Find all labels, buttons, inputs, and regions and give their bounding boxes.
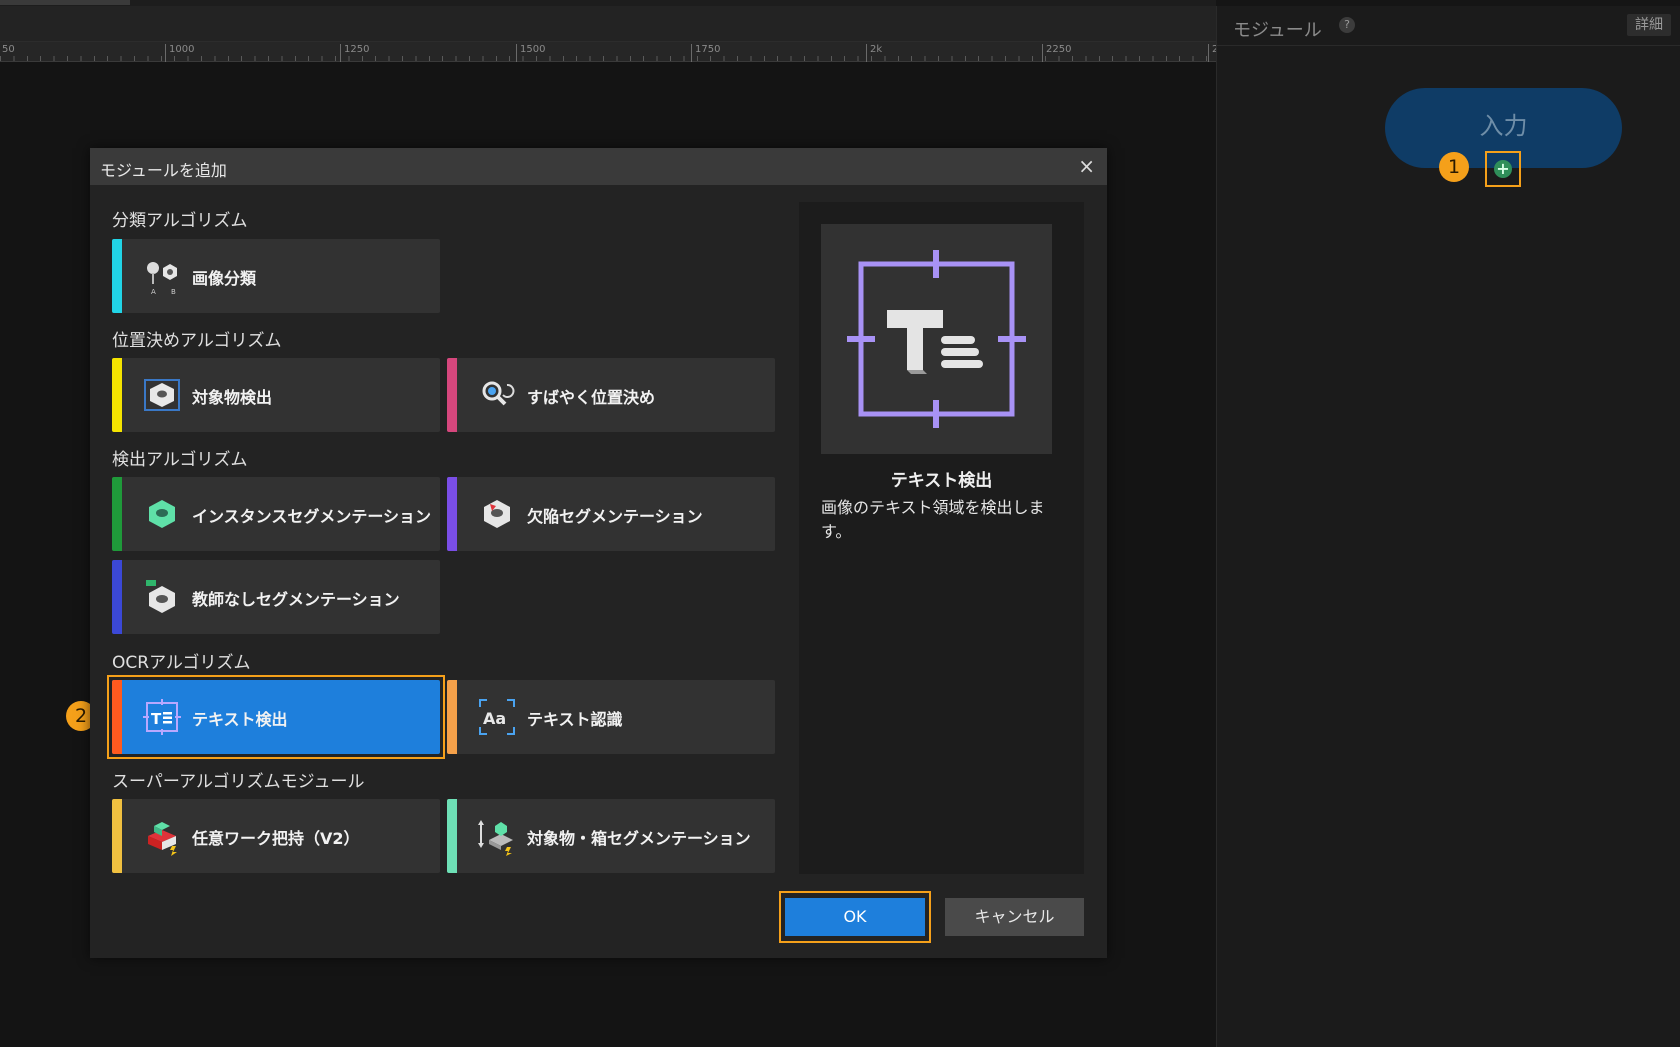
- defect-segmentation-icon: [484, 500, 510, 528]
- unsupervised-segmentation-icon: [146, 580, 175, 613]
- module-card-fast-positioning[interactable]: すばやく位置決め: [447, 358, 775, 432]
- module-card-image-classification[interactable]: A B 画像分類: [112, 239, 440, 313]
- card-color-bar: [112, 358, 122, 432]
- card-color-bar: [112, 799, 122, 873]
- card-label: 対象物検出: [192, 388, 273, 407]
- module-card-defect-segmentation[interactable]: 欠陥セグメンテーション: [447, 477, 775, 551]
- fast-positioning-icon: [482, 381, 515, 406]
- svg-text:Aa: Aa: [483, 709, 506, 728]
- ruler-tick: 50: [0, 44, 15, 62]
- card-label: 画像分類: [192, 269, 257, 288]
- card-label: テキスト認識: [527, 710, 623, 729]
- card-label: 教師なしセグメンテーション: [192, 590, 400, 609]
- section-classification: 分類アルゴリズム: [112, 211, 248, 231]
- ruler-tick: 1500: [516, 44, 545, 62]
- card-color-bar: [447, 799, 457, 873]
- scrollbar-thumb[interactable]: [0, 0, 130, 5]
- card-label: 任意ワーク把持（V2）: [192, 829, 360, 848]
- step-marker-1: 1: [1439, 152, 1469, 182]
- ok-button[interactable]: OK: [785, 898, 925, 936]
- module-card-object-detection[interactable]: 対象物検出: [112, 358, 440, 432]
- selection-highlight: [107, 675, 445, 759]
- text-detection-preview-icon: [847, 250, 1026, 428]
- section-positioning: 位置決めアルゴリズム: [112, 331, 282, 351]
- card-label: すばやく位置決め: [527, 388, 656, 407]
- card-color-bar: [447, 680, 457, 754]
- classification-icon: A B: [147, 262, 177, 296]
- card-label: 対象物・箱セグメンテーション: [527, 829, 751, 848]
- module-card-grasp-v2[interactable]: 任意ワーク把持（V2）: [112, 799, 440, 873]
- box-segmentation-icon: [478, 820, 513, 856]
- card-label: インスタンスセグメンテーション: [192, 507, 432, 526]
- instance-segmentation-icon: [149, 500, 175, 528]
- dialog-titlebar: モジュールを追加 ×: [90, 148, 1107, 185]
- module-card-text-recognition[interactable]: Aa テキスト認識: [447, 680, 775, 754]
- preview-image: [821, 224, 1052, 454]
- ruler-tick: 1000: [165, 44, 194, 62]
- add-module-button[interactable]: +: [1485, 151, 1521, 187]
- card-color-bar: [112, 560, 122, 634]
- card-color-bar: [112, 239, 122, 313]
- horizontal-ruler: 50 1000 1250 1500 1750 2k 2250 2: [0, 42, 1218, 62]
- section-super-algorithm: スーパーアルゴリズムモジュール: [112, 772, 365, 792]
- top-toolbar: [0, 6, 1216, 42]
- ruler-tick: 2250: [1042, 44, 1071, 62]
- module-card-instance-segmentation[interactable]: インスタンスセグメンテーション: [112, 477, 440, 551]
- section-inspection: 検出アルゴリズム: [112, 450, 248, 470]
- svg-text:A: A: [151, 288, 156, 296]
- close-icon[interactable]: ×: [1078, 154, 1095, 178]
- card-color-bar: [447, 358, 457, 432]
- dialog-title: モジュールを追加: [100, 161, 227, 180]
- ruler-tick: 2k: [866, 44, 882, 62]
- object-detection-icon: [144, 379, 180, 411]
- card-color-bar: [447, 477, 457, 551]
- help-icon[interactable]: ?: [1339, 17, 1355, 33]
- detail-button[interactable]: 詳細: [1627, 14, 1671, 36]
- add-module-dialog: モジュールを追加 × 分類アルゴリズム 位置決めアルゴリズム 検出アルゴリズム …: [90, 148, 1107, 958]
- preview-description: 画像のテキスト領域を検出します。: [821, 498, 1045, 541]
- svg-text:B: B: [171, 288, 176, 296]
- ruler-tick: 1250: [340, 44, 369, 62]
- module-card-object-box-segmentation[interactable]: 対象物・箱セグメンテーション: [447, 799, 775, 873]
- module-panel-header: モジュール ? 詳細: [1217, 6, 1680, 46]
- module-card-unsupervised-segmentation[interactable]: 教師なしセグメンテーション: [112, 560, 440, 634]
- card-label: 欠陥セグメンテーション: [527, 507, 703, 526]
- grasp-icon: [148, 822, 177, 856]
- module-panel-title: モジュール: [1233, 20, 1322, 41]
- plus-icon: +: [1494, 160, 1512, 178]
- section-ocr: OCRアルゴリズム: [112, 653, 251, 673]
- card-color-bar: [112, 477, 122, 551]
- text-recognition-icon: Aa: [479, 699, 515, 735]
- preview-title: テキスト検出: [890, 471, 993, 491]
- module-preview: テキスト検出 画像のテキスト領域を検出します。: [799, 202, 1084, 874]
- cancel-button[interactable]: キャンセル: [945, 898, 1084, 936]
- ruler-tick: 1750: [691, 44, 720, 62]
